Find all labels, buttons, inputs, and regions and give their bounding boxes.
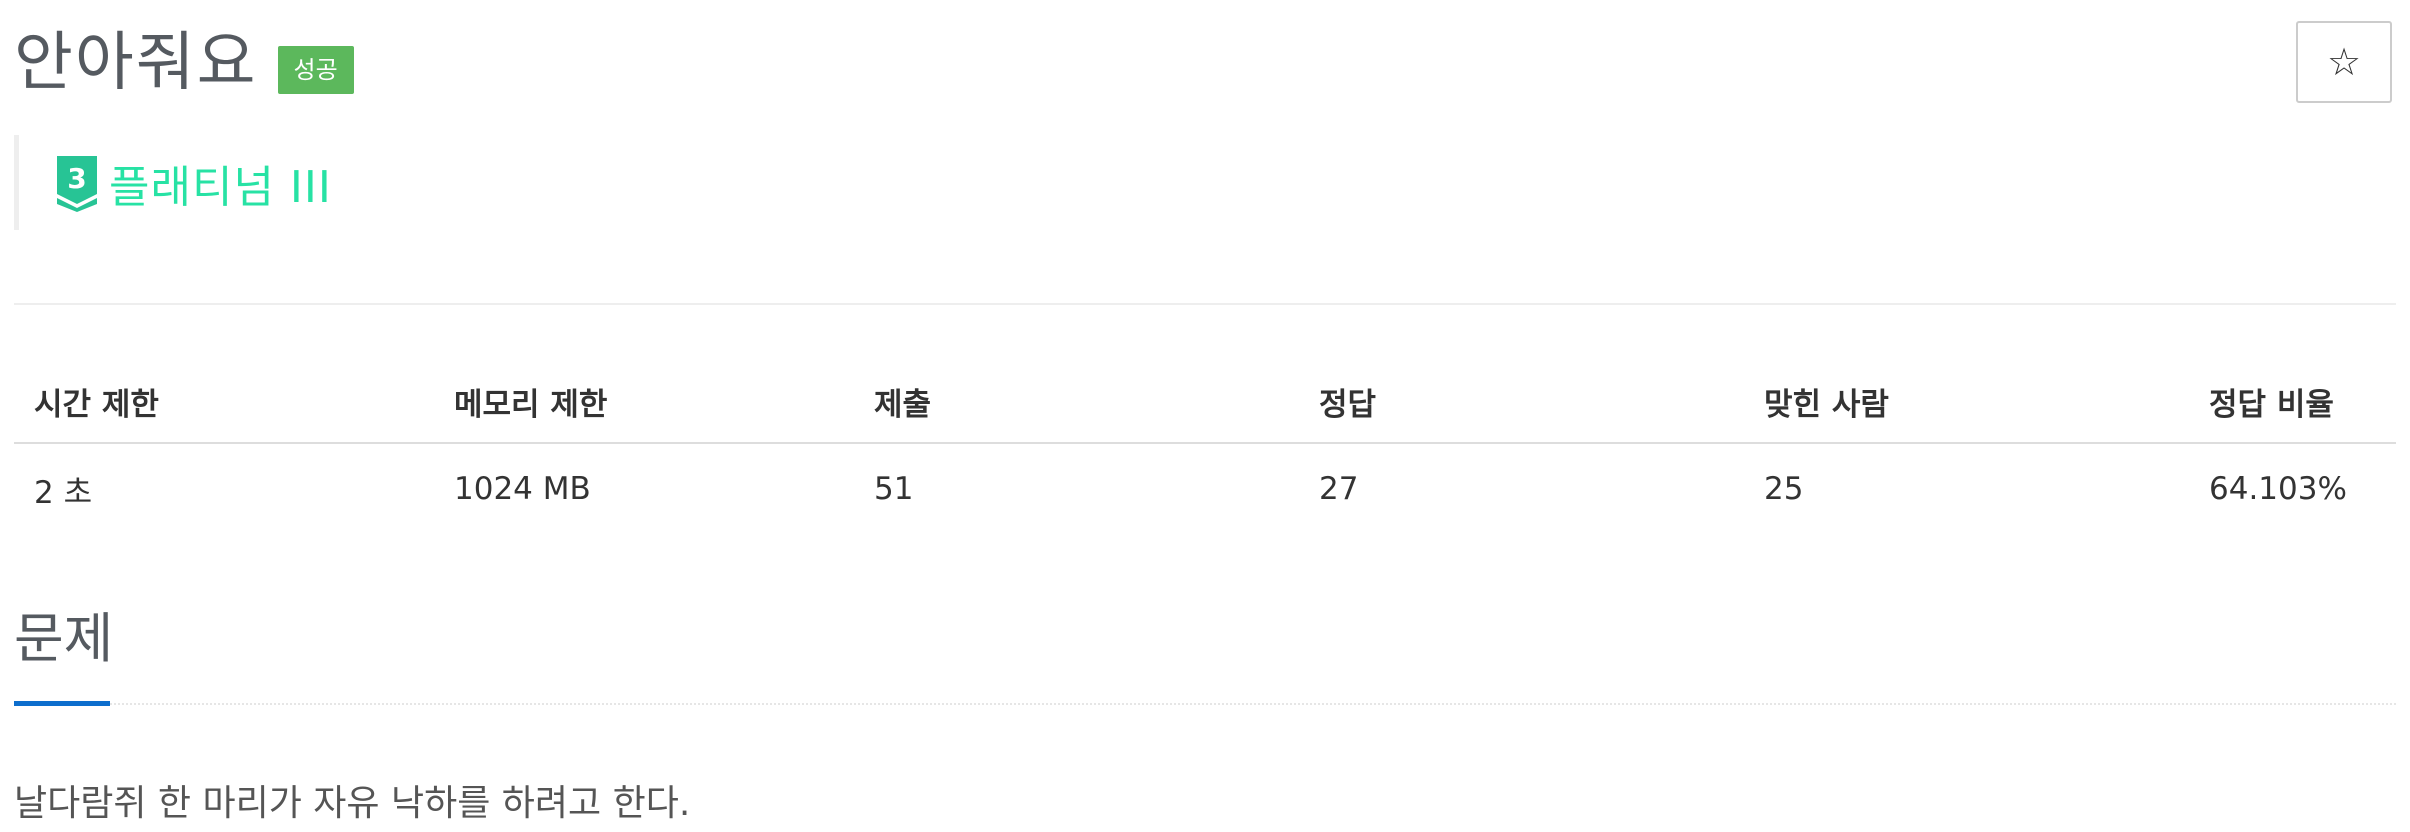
cell-submissions: 51: [874, 471, 914, 507]
cell-time-limit: 2 초: [34, 474, 93, 511]
tier-level-number: 3: [67, 162, 86, 195]
problem-info-table: 시간 제한 메모리 제한 제출 정답 맞힌 사람 정답 비율 2 초 1024 …: [14, 360, 2396, 534]
cell-accept-ratio: 64.103%: [2209, 471, 2347, 507]
star-outline-icon: ☆: [2326, 40, 2362, 84]
tier-label[interactable]: 플래티넘 III: [109, 151, 332, 215]
tier-blockquote: 3 플래티넘 III: [14, 135, 332, 230]
table-header-row: 시간 제한 메모리 제한 제출 정답 맞힌 사람 정답 비율: [14, 360, 2396, 444]
section-divider: [14, 703, 2396, 705]
table-row: 2 초 1024 MB 51 27 25 64.103%: [14, 443, 2396, 534]
favorite-button[interactable]: ☆: [2296, 21, 2392, 103]
cell-accepted: 27: [1319, 471, 1359, 507]
header-submissions[interactable]: 제출: [854, 360, 1299, 444]
header-accepted[interactable]: 정답: [1299, 360, 1744, 444]
cell-memory-limit: 1024 MB: [454, 471, 591, 507]
section-title-underline: [14, 701, 110, 706]
section-title-problem: 문제: [14, 607, 114, 670]
header-accept-ratio: 정답 비율: [2189, 360, 2396, 444]
tier-badge-icon[interactable]: 3: [55, 154, 99, 212]
header-memory-limit: 메모리 제한: [434, 360, 854, 444]
title-row: 안아줘요 성공: [14, 18, 354, 108]
divider: [14, 303, 2396, 305]
problem-description: 날다람쥐 한 마리가 자유 낙하를 하려고 한다.: [14, 783, 691, 824]
result-badge: 성공: [277, 46, 354, 94]
header-time-limit: 시간 제한: [14, 360, 434, 444]
cell-solved-users: 25: [1764, 471, 1804, 507]
header-solved-users[interactable]: 맞힌 사람: [1744, 360, 2189, 444]
problem-title: 안아줘요: [14, 26, 258, 100]
